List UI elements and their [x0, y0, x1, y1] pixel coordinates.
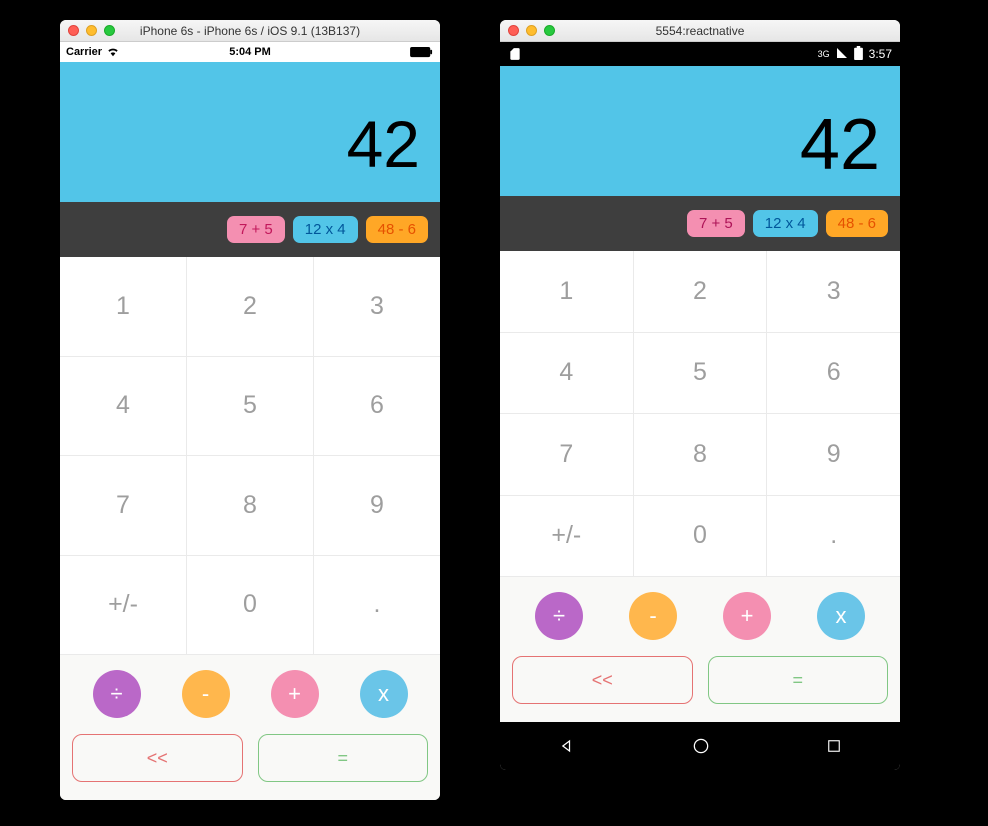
backspace-button[interactable]: <<: [512, 656, 693, 704]
calculator-display: 42: [500, 66, 900, 196]
history-chip[interactable]: 7 + 5: [227, 216, 285, 243]
history-bar: 7 + 5 12 x 4 48 - 6: [60, 202, 440, 257]
back-nav-button[interactable]: [557, 736, 577, 756]
status-time: 3:57: [869, 47, 892, 61]
traffic-lights: [508, 25, 555, 36]
keypad-row: 123: [60, 257, 440, 357]
wifi-icon: [106, 44, 120, 61]
network-label: 3G: [818, 49, 830, 59]
window-title: 5554:reactnative: [656, 24, 745, 38]
keypad-row: +/-0.: [500, 496, 900, 578]
status-right: 3G 3:57: [818, 46, 892, 63]
status-time: 5:04 PM: [229, 46, 271, 58]
battery-icon: [410, 47, 434, 58]
history-chip[interactable]: 12 x 4: [293, 216, 358, 243]
key-3[interactable]: 3: [314, 257, 440, 357]
key-4[interactable]: 4: [60, 357, 187, 457]
home-nav-button[interactable]: [691, 736, 711, 756]
sd-card-icon: [508, 47, 522, 61]
keypad-row: +/-0.: [60, 556, 440, 656]
minimize-window-button[interactable]: [526, 25, 537, 36]
key-1[interactable]: 1: [500, 251, 634, 333]
multiply-button[interactable]: x: [360, 670, 408, 718]
close-window-button[interactable]: [68, 25, 79, 36]
minimize-window-button[interactable]: [86, 25, 97, 36]
history-chip[interactable]: 7 + 5: [687, 210, 745, 237]
display-value: 42: [347, 106, 420, 182]
keypad-row: 789: [500, 414, 900, 496]
maximize-window-button[interactable]: [104, 25, 115, 36]
key-decimal[interactable]: .: [767, 496, 900, 578]
add-button[interactable]: +: [271, 670, 319, 718]
operator-row: ÷-+ x: [512, 592, 888, 640]
operator-panel: ÷-+ x << =: [500, 577, 900, 722]
history-chip[interactable]: 12 x 4: [753, 210, 818, 237]
android-navbar: [500, 722, 900, 770]
key-4[interactable]: 4: [500, 333, 634, 415]
key-1[interactable]: 1: [60, 257, 187, 357]
operator-panel: ÷-+ x << =: [60, 655, 440, 800]
key-7[interactable]: 7: [500, 414, 634, 496]
maximize-window-button[interactable]: [544, 25, 555, 36]
battery-icon: [854, 46, 863, 63]
key-2[interactable]: 2: [187, 257, 314, 357]
keypad-row: 123: [500, 251, 900, 333]
key-5[interactable]: 5: [187, 357, 314, 457]
carrier-label: Carrier: [66, 46, 102, 58]
close-window-button[interactable]: [508, 25, 519, 36]
history-bar: 7 + 5 12 x 4 48 - 6: [500, 196, 900, 251]
key-8[interactable]: 8: [634, 414, 768, 496]
status-left: Carrier: [66, 44, 120, 61]
action-row: << =: [512, 656, 888, 704]
key-0[interactable]: 0: [634, 496, 768, 578]
action-row: << =: [72, 734, 428, 782]
backspace-button[interactable]: <<: [72, 734, 243, 782]
add-button[interactable]: +: [723, 592, 771, 640]
ios-simulator-window: iPhone 6s - iPhone 6s / iOS 9.1 (13B137)…: [60, 20, 440, 800]
key-7[interactable]: 7: [60, 456, 187, 556]
subtract-button[interactable]: -: [182, 670, 230, 718]
key-5[interactable]: 5: [634, 333, 768, 415]
key-9[interactable]: 9: [314, 456, 440, 556]
equals-button[interactable]: =: [708, 656, 889, 704]
traffic-lights: [68, 25, 115, 36]
history-chip[interactable]: 48 - 6: [366, 216, 428, 243]
mac-titlebar: 5554:reactnative: [500, 20, 900, 42]
history-chip[interactable]: 48 - 6: [826, 210, 888, 237]
key-6[interactable]: 6: [314, 357, 440, 457]
equals-button[interactable]: =: [258, 734, 429, 782]
recents-nav-button[interactable]: [825, 737, 843, 755]
key-0[interactable]: 0: [187, 556, 314, 656]
key-6[interactable]: 6: [767, 333, 900, 415]
key-sign[interactable]: +/-: [500, 496, 634, 578]
key-decimal[interactable]: .: [314, 556, 440, 656]
window-title: iPhone 6s - iPhone 6s / iOS 9.1 (13B137): [140, 24, 360, 38]
calculator-display: 42: [60, 62, 440, 202]
key-3[interactable]: 3: [767, 251, 900, 333]
divide-button[interactable]: ÷: [93, 670, 141, 718]
key-9[interactable]: 9: [767, 414, 900, 496]
key-sign[interactable]: +/-: [60, 556, 187, 656]
android-emulator-window: 5554:reactnative 3G 3:57 42 7 + 512 x 44…: [500, 20, 900, 770]
number-keypad: 123456789+/-0.: [500, 251, 900, 577]
ios-statusbar: Carrier 5:04 PM: [60, 42, 440, 62]
operator-row: ÷-+ x: [72, 670, 428, 718]
keypad-row: 456: [60, 357, 440, 457]
multiply-button[interactable]: x: [817, 592, 865, 640]
key-2[interactable]: 2: [634, 251, 768, 333]
keypad-row: 456: [500, 333, 900, 415]
divide-button[interactable]: ÷: [535, 592, 583, 640]
signal-icon: [836, 47, 848, 62]
display-value: 42: [800, 104, 880, 186]
mac-titlebar: iPhone 6s - iPhone 6s / iOS 9.1 (13B137): [60, 20, 440, 42]
android-statusbar: 3G 3:57: [500, 42, 900, 66]
keypad-row: 789: [60, 456, 440, 556]
key-8[interactable]: 8: [187, 456, 314, 556]
number-keypad: 123456789+/-0.: [60, 257, 440, 655]
subtract-button[interactable]: -: [629, 592, 677, 640]
